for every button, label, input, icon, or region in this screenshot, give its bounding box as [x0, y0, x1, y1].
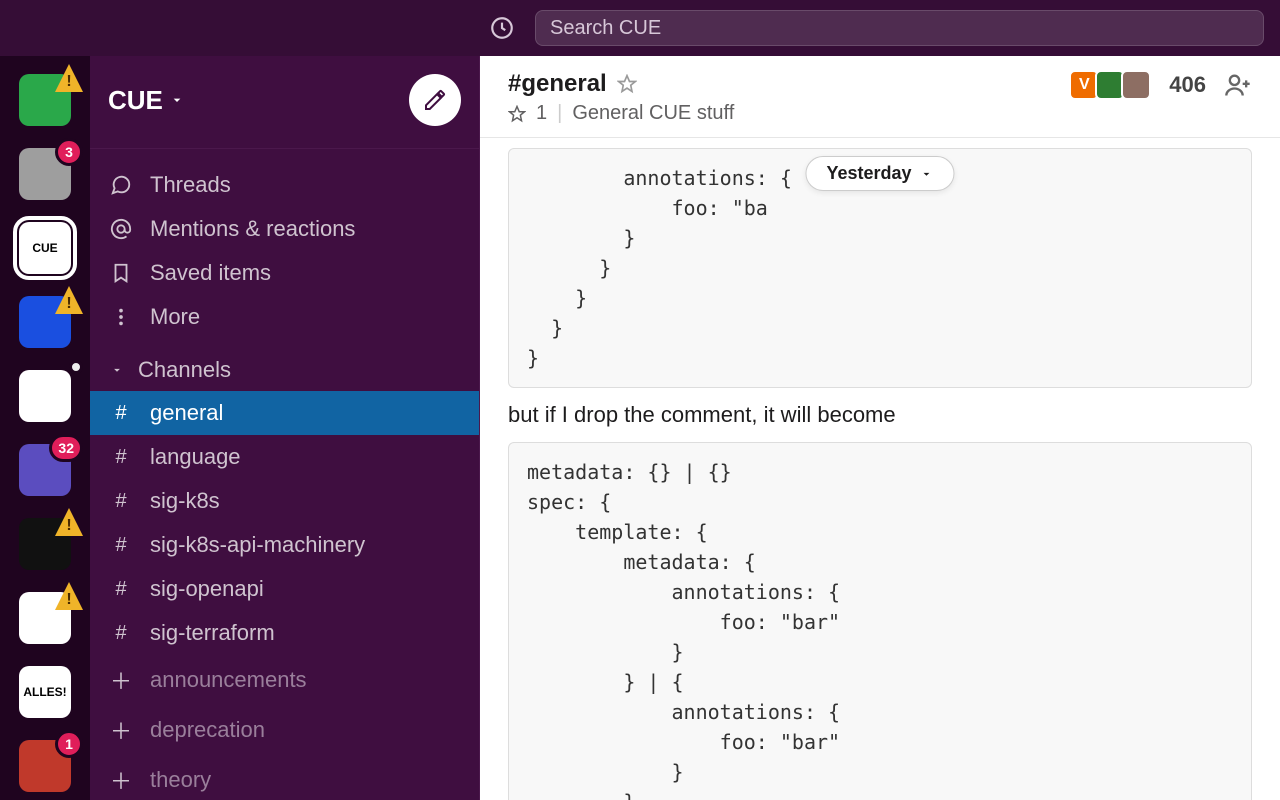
workspace-ws-last[interactable]: 1: [19, 740, 71, 792]
workspace-name: CUE: [108, 85, 163, 116]
workspace-switcher[interactable]: CUE: [108, 85, 185, 116]
nav-threads[interactable]: Threads: [90, 163, 479, 207]
search-input[interactable]: Search CUE: [535, 10, 1264, 46]
workspace-ws-gcloud[interactable]: [19, 370, 71, 422]
hash-icon: #: [110, 578, 132, 601]
chevron-down-icon: [169, 92, 185, 108]
nav-threads-label: Threads: [150, 172, 231, 198]
hash-icon: #: [110, 446, 132, 469]
presence-dot: [69, 360, 83, 374]
channel-label: sig-k8s: [150, 488, 220, 514]
workspace-ws-gem[interactable]: !: [19, 518, 71, 570]
workspace-ws-k8s[interactable]: !: [19, 296, 71, 348]
workspace-ws-owl[interactable]: 32: [19, 444, 71, 496]
channel-label: language: [150, 444, 241, 470]
channel-sig-terraform[interactable]: # sig-terraform: [90, 611, 479, 655]
date-divider[interactable]: Yesterday: [805, 156, 954, 191]
workspace-ws-alles[interactable]: ALLES!: [19, 666, 71, 718]
channels-section-header[interactable]: Channels: [90, 347, 479, 391]
count-badge: 3: [55, 138, 83, 166]
member-count[interactable]: 406: [1169, 72, 1206, 98]
hash-icon: #: [110, 534, 132, 557]
chevron-down-icon: [920, 167, 934, 181]
sidebar: CUE Threads Mentions & reactions: [90, 56, 480, 800]
hash-icon: #: [110, 622, 132, 645]
star-button[interactable]: [617, 74, 637, 94]
workspace-ws-sauer[interactable]: 3: [19, 148, 71, 200]
date-divider-label: Yesterday: [826, 163, 911, 184]
channel-sig-k8s[interactable]: # sig-k8s: [90, 479, 479, 523]
channel-general[interactable]: # general: [90, 391, 479, 435]
count-badge: 1: [55, 730, 83, 758]
channel-theory[interactable]: ＋ theory: [90, 755, 479, 800]
workspace-tile[interactable]: CUE: [19, 222, 71, 274]
workspace-tile[interactable]: ALLES!: [19, 666, 71, 718]
workspace-header: CUE: [90, 56, 479, 149]
threads-icon: [110, 174, 132, 196]
channel-sig-k8s-api-machinery[interactable]: # sig-k8s-api-machinery: [90, 523, 479, 567]
nav-more-label: More: [150, 304, 200, 330]
channel-title[interactable]: #general: [508, 70, 607, 98]
nav-saved[interactable]: Saved items: [90, 251, 479, 295]
channel-sig-openapi[interactable]: # sig-openapi: [90, 567, 479, 611]
pin-icon: [508, 105, 526, 123]
compose-button[interactable]: [409, 74, 461, 126]
more-icon: [110, 306, 132, 328]
channel-subheader: 1 | General CUE stuff: [508, 102, 734, 125]
channel-list: # general # language # sig-k8s # sig-k8s-api-ma…: [90, 391, 479, 800]
workspace-tile[interactable]: [19, 370, 71, 422]
top-bar: Search CUE: [0, 0, 1280, 56]
channel-deprecation[interactable]: ＋ deprecation: [90, 705, 479, 755]
search-placeholder: Search CUE: [550, 17, 661, 40]
message-text: but if I drop the comment, it will becom…: [508, 402, 1252, 428]
nav-mentions-label: Mentions & reactions: [150, 216, 355, 242]
channel-label: theory: [150, 767, 211, 793]
channel-label: sig-openapi: [150, 576, 264, 602]
message-list[interactable]: Yesterday annotations: { foo: "ba } } } …: [480, 138, 1280, 800]
channel-label: sig-terraform: [150, 620, 275, 646]
workspace-rail: ! 3 CUE! 32!! ALLES! 1: [0, 56, 90, 800]
channel-label: announcements: [150, 667, 307, 693]
caret-down-icon: [110, 363, 124, 377]
code-block[interactable]: metadata: {} | {} spec: { template: { me…: [508, 442, 1252, 800]
add-people-icon: [1224, 71, 1252, 99]
bookmark-icon: [110, 262, 132, 284]
history-button[interactable]: [485, 11, 519, 45]
channel-label: general: [150, 400, 223, 426]
pinned-count[interactable]: 1: [536, 102, 547, 125]
count-badge: 32: [49, 434, 83, 462]
channel-header: #general 1 | General CUE stuff V 406: [480, 56, 1280, 138]
nav-list: Threads Mentions & reactions Saved items…: [90, 149, 479, 347]
plus-icon: ＋: [110, 714, 132, 746]
nav-saved-label: Saved items: [150, 260, 271, 286]
add-people-button[interactable]: [1224, 71, 1252, 99]
hash-icon: #: [110, 490, 132, 513]
nav-more[interactable]: More: [90, 295, 479, 339]
clock-icon: [489, 15, 515, 41]
plus-icon: ＋: [110, 764, 132, 796]
workspace-ws-cue[interactable]: CUE: [19, 222, 71, 274]
star-icon: [617, 74, 637, 94]
workspace-ws-green[interactable]: !: [19, 74, 71, 126]
hash-icon: #: [110, 402, 132, 425]
channel-label: sig-k8s-api-machinery: [150, 532, 365, 558]
content: #general 1 | General CUE stuff V 406: [480, 56, 1280, 800]
member-avatars[interactable]: V: [1073, 70, 1151, 100]
workspace-ws-swirl[interactable]: !: [19, 592, 71, 644]
mention-icon: [110, 218, 132, 240]
channels-header-label: Channels: [138, 357, 231, 383]
channel-label: deprecation: [150, 717, 265, 743]
compose-icon: [423, 88, 447, 112]
channel-announcements[interactable]: ＋ announcements: [90, 655, 479, 705]
plus-icon: ＋: [110, 664, 132, 696]
nav-mentions[interactable]: Mentions & reactions: [90, 207, 479, 251]
channel-language[interactable]: # language: [90, 435, 479, 479]
avatar: [1121, 70, 1151, 100]
channel-topic[interactable]: General CUE stuff: [572, 102, 734, 125]
